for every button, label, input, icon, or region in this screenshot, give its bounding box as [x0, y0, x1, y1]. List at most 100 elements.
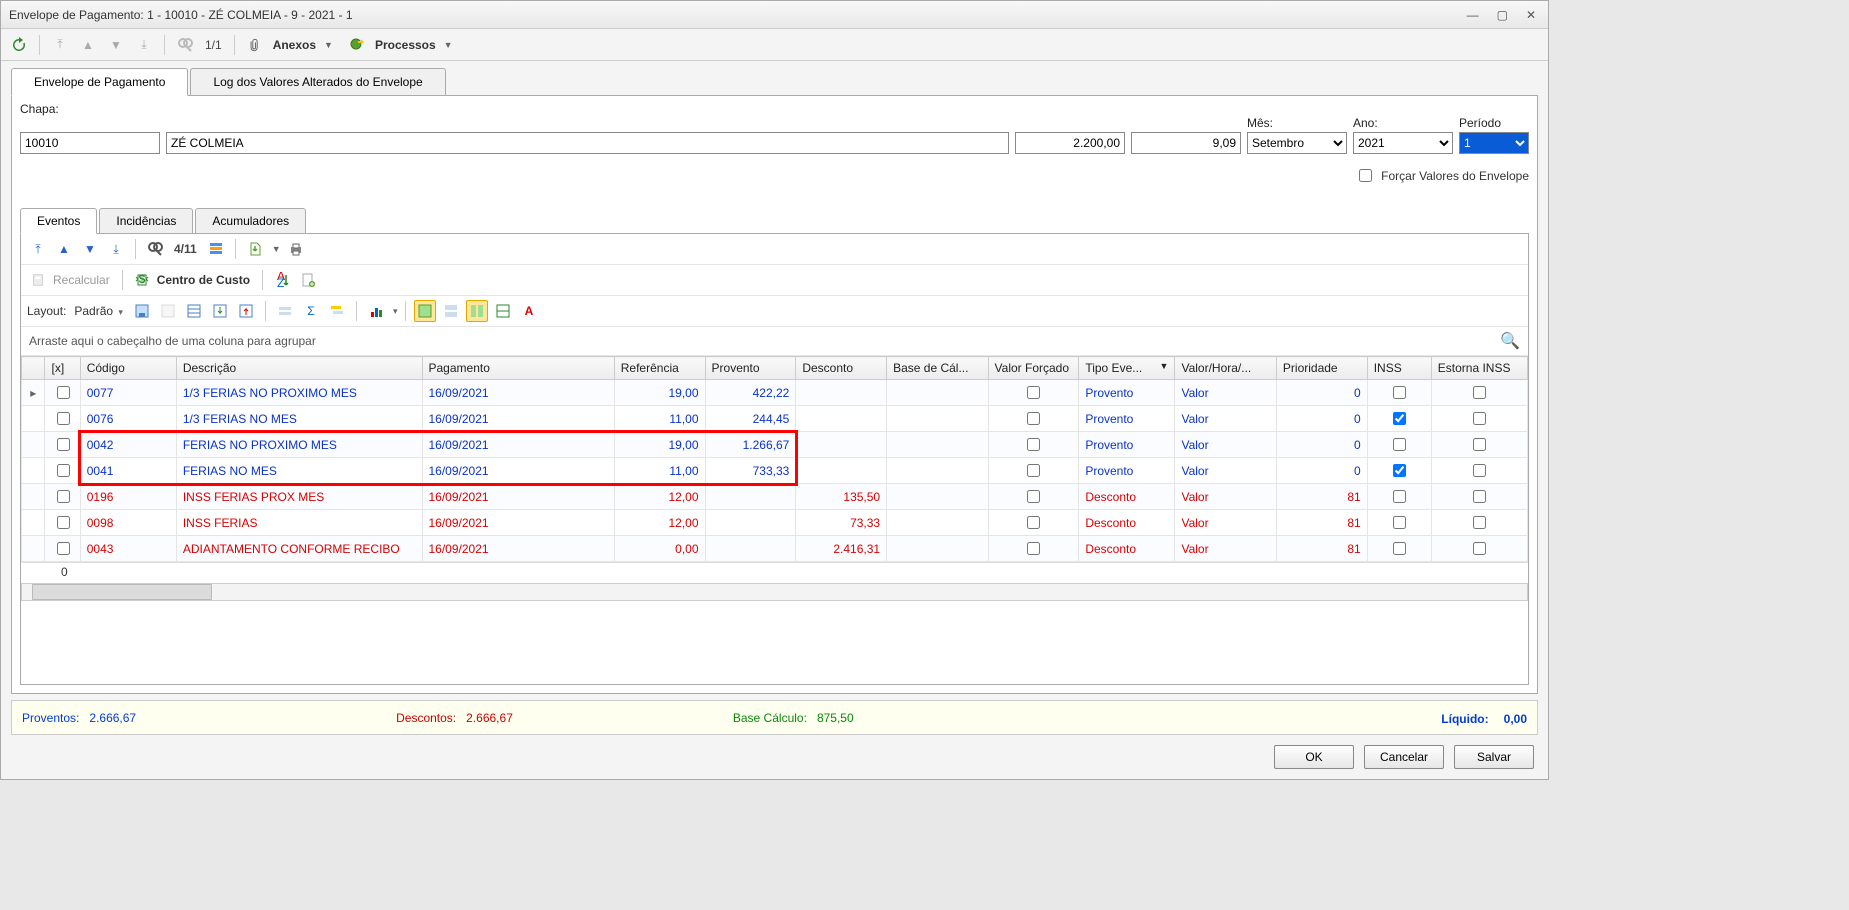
col-x[interactable]: [x]	[45, 357, 80, 380]
subtab-acumuladores[interactable]: Acumuladores	[195, 208, 306, 234]
attach-icon[interactable]	[243, 33, 267, 57]
horizontal-scrollbar[interactable]	[21, 583, 1528, 601]
table-row[interactable]: 0196 INSS FERIAS PROX MES 16/09/2021 12,…	[22, 484, 1528, 510]
eventos-grid[interactable]: [x] Código Descrição Pagamento Referênci…	[21, 356, 1528, 562]
col-pagamento[interactable]: Pagamento	[422, 357, 614, 380]
col-descricao[interactable]: Descrição	[176, 357, 422, 380]
refresh-button[interactable]	[7, 33, 31, 57]
export-up-button[interactable]	[235, 300, 257, 322]
cancelar-button[interactable]: Cancelar	[1364, 745, 1444, 769]
nome-input[interactable]	[166, 132, 1009, 154]
inss-checkbox[interactable]	[1393, 516, 1406, 529]
forcar-valores-checkbox[interactable]	[1359, 169, 1372, 182]
periodo-select[interactable]: 1	[1459, 132, 1529, 154]
table-row[interactable]: 0098 INSS FERIAS 16/09/2021 12,00 73,33 …	[22, 510, 1528, 536]
search-icon[interactable]: 🔍	[1500, 331, 1520, 351]
table-row[interactable]: 0042 FERIAS NO PROXIMO MES 16/09/2021 19…	[22, 432, 1528, 458]
estorna-checkbox[interactable]	[1473, 464, 1486, 477]
col-base[interactable]: Base de Cál...	[887, 357, 988, 380]
forcado-checkbox[interactable]	[1027, 412, 1040, 425]
layout-dropdown[interactable]: Padrão ▾	[74, 304, 127, 318]
layout-save-button[interactable]	[131, 300, 153, 322]
tab-envelope[interactable]: Envelope de Pagamento	[11, 68, 188, 96]
processos-icon[interactable]	[345, 33, 369, 57]
subtab-eventos[interactable]: Eventos	[20, 208, 97, 234]
table-row[interactable]: 0043 ADIANTAMENTO CONFORME RECIBO 16/09/…	[22, 536, 1528, 562]
estorna-checkbox[interactable]	[1473, 438, 1486, 451]
row-select-checkbox[interactable]	[57, 386, 70, 399]
chart-button[interactable]	[365, 300, 387, 322]
subtab-incidencias[interactable]: Incidências	[99, 208, 193, 234]
estorna-checkbox[interactable]	[1473, 412, 1486, 425]
inss-checkbox[interactable]	[1393, 490, 1406, 503]
inss-checkbox[interactable]	[1393, 412, 1406, 425]
next-row-button[interactable]: ▼	[79, 238, 101, 260]
filter-button[interactable]	[274, 300, 296, 322]
font-button[interactable]: A	[518, 300, 540, 322]
forcado-checkbox[interactable]	[1027, 438, 1040, 451]
estorna-checkbox[interactable]	[1473, 516, 1486, 529]
prev-record-button[interactable]: ▲	[76, 33, 100, 57]
col-provento[interactable]: Provento	[705, 357, 796, 380]
col-prioridade[interactable]: Prioridade	[1276, 357, 1367, 380]
forcado-checkbox[interactable]	[1027, 464, 1040, 477]
processos-dropdown[interactable]: Processos	[373, 38, 438, 52]
minimize-button[interactable]: —	[1463, 6, 1483, 24]
view-mode-4-button[interactable]	[492, 300, 514, 322]
row-select-checkbox[interactable]	[57, 542, 70, 555]
inss-checkbox[interactable]	[1393, 542, 1406, 555]
estorna-checkbox[interactable]	[1473, 386, 1486, 399]
forcado-checkbox[interactable]	[1027, 386, 1040, 399]
view-mode-1-button[interactable]	[414, 300, 436, 322]
last-record-button[interactable]: ⤓	[132, 33, 156, 57]
layout-load-button[interactable]	[157, 300, 179, 322]
table-row[interactable]: 0076 1/3 FERIAS NO MES 16/09/2021 11,00 …	[22, 406, 1528, 432]
group-by-hint[interactable]: Arraste aqui o cabeçalho de uma coluna p…	[21, 327, 1528, 356]
layout-grid-button[interactable]	[183, 300, 205, 322]
inss-checkbox[interactable]	[1393, 464, 1406, 477]
prev-row-button[interactable]: ▲	[53, 238, 75, 260]
find-row-button[interactable]	[144, 238, 166, 260]
find-button[interactable]	[173, 33, 197, 57]
anexos-dropdown[interactable]: Anexos	[271, 38, 318, 52]
salvar-button[interactable]: Salvar	[1454, 745, 1534, 769]
row-select-checkbox[interactable]	[57, 464, 70, 477]
last-row-button[interactable]: ⤓	[105, 238, 127, 260]
col-codigo[interactable]: Código	[80, 357, 176, 380]
export-down-button[interactable]	[209, 300, 231, 322]
new-row-button[interactable]	[297, 269, 319, 291]
view-mode-3-button[interactable]	[466, 300, 488, 322]
first-record-button[interactable]: ⤒	[48, 33, 72, 57]
centro-custo-button[interactable]: Centro de Custo	[157, 273, 254, 287]
row-select-checkbox[interactable]	[57, 516, 70, 529]
col-referencia[interactable]: Referência	[614, 357, 705, 380]
col-tipo[interactable]: Tipo Eve... ▼	[1079, 357, 1175, 380]
sum-button[interactable]: Σ	[300, 300, 322, 322]
inss-checkbox[interactable]	[1393, 438, 1406, 451]
estorna-checkbox[interactable]	[1473, 490, 1486, 503]
sort-button[interactable]: AZ	[271, 269, 293, 291]
first-row-button[interactable]: ⤒	[27, 238, 49, 260]
row-select-checkbox[interactable]	[57, 490, 70, 503]
centro-custo-icon[interactable]: $	[131, 269, 153, 291]
col-valorhora[interactable]: Valor/Hora/...	[1175, 357, 1276, 380]
inss-checkbox[interactable]	[1393, 386, 1406, 399]
grid-columns-button[interactable]	[205, 238, 227, 260]
table-row[interactable]: 0041 FERIAS NO MES 16/09/2021 11,00 733,…	[22, 458, 1528, 484]
forcado-checkbox[interactable]	[1027, 542, 1040, 555]
table-row[interactable]: ▸ 0077 1/3 FERIAS NO PROXIMO MES 16/09/2…	[22, 380, 1528, 406]
ok-button[interactable]: OK	[1274, 745, 1354, 769]
row-select-checkbox[interactable]	[57, 412, 70, 425]
forcado-checkbox[interactable]	[1027, 516, 1040, 529]
row-select-checkbox[interactable]	[57, 438, 70, 451]
col-forcado[interactable]: Valor Forçado	[988, 357, 1079, 380]
chapa-input[interactable]	[20, 132, 160, 154]
estorna-checkbox[interactable]	[1473, 542, 1486, 555]
export-button[interactable]	[244, 238, 266, 260]
view-mode-2-button[interactable]	[440, 300, 462, 322]
forcado-checkbox[interactable]	[1027, 490, 1040, 503]
group-button[interactable]	[326, 300, 348, 322]
maximize-button[interactable]: ▢	[1493, 6, 1512, 24]
col-desconto[interactable]: Desconto	[796, 357, 887, 380]
tab-log[interactable]: Log dos Valores Alterados do Envelope	[190, 68, 445, 96]
